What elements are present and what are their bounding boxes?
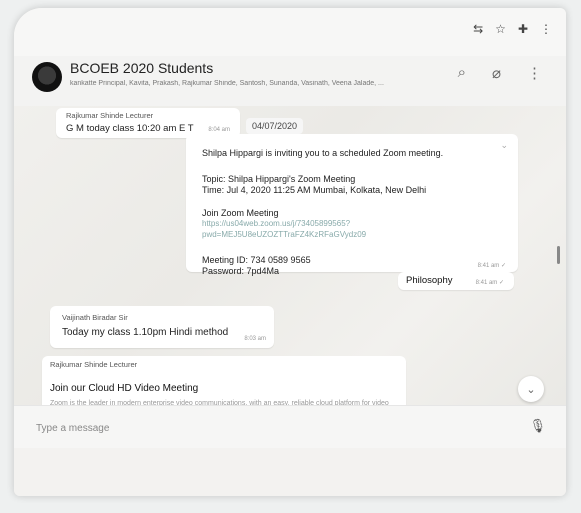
invite-link[interactable]: https://us04web.zoom.us/j/73405899565? xyxy=(202,219,350,228)
link-preview-title[interactable]: Join our Cloud HD Video Meeting xyxy=(50,383,198,394)
mic-icon[interactable]: 🎙 xyxy=(529,418,546,434)
scroll-down-button[interactable]: ⌄ xyxy=(518,376,544,402)
menu-icon[interactable]: ⋮ xyxy=(527,64,542,82)
message-sender: Rajkumar Shinde Lecturer xyxy=(50,360,138,369)
message-text: Today my class 1.10pm Hindi method xyxy=(62,327,229,338)
message-time: 8:04 am xyxy=(208,127,230,133)
whatsapp-window: ⇆ ☆ ✚ ⋮ BCOEB 2020 Students kankatte Pri… xyxy=(14,8,566,496)
message-list[interactable]: Rajkumar Shinde Lecturer G M today class… xyxy=(14,106,566,424)
invite-meeting-id: Meeting ID: 734 0589 9565 xyxy=(202,255,311,265)
menu-icon[interactable]: ⋮ xyxy=(540,22,552,36)
message-time: 8:41 am ✓ xyxy=(475,280,504,286)
star-icon[interactable]: ☆ xyxy=(495,22,506,36)
translate-icon[interactable]: ⇆ xyxy=(473,22,483,36)
invite-password: Password: 7pd4Ma xyxy=(202,266,280,276)
invite-line: Shilpa Hippargi is inviting you to a sch… xyxy=(202,148,444,158)
invite-link-pwd[interactable]: pwd=MEJ5U8eUZOZTTraFZ4KzRFaGVydz09 xyxy=(202,230,366,239)
group-avatar[interactable] xyxy=(32,62,62,92)
group-members: kankatte Principal, Kavita, Prakash, Raj… xyxy=(70,80,384,87)
message-bubble[interactable]: Vaijinath Biradar Sir Today my class 1.1… xyxy=(50,306,274,348)
chevron-down-icon[interactable]: ⌄ xyxy=(500,140,508,151)
browser-toolbar: ⇆ ☆ ✚ ⋮ xyxy=(14,8,566,56)
browser-icons: ⇆ ☆ ✚ ⋮ xyxy=(473,22,552,36)
group-name: BCOEB 2020 Students xyxy=(70,60,214,76)
message-sender: Vaijinath Biradar Sir xyxy=(62,313,128,322)
message-time: 8:41 am ✓ xyxy=(477,263,506,269)
message-bubble[interactable]: Philosophy 8:41 am ✓ xyxy=(398,272,514,290)
invite-time: Time: Jul 4, 2020 11:25 AM Mumbai, Kolka… xyxy=(202,185,427,195)
search-icon[interactable]: ⌕ xyxy=(458,64,466,82)
invite-topic: Topic: Shilpa Hippargi's Zoom Meeting xyxy=(202,174,356,184)
message-text: G M today class 10:20 am E T xyxy=(66,123,194,134)
scrollbar[interactable] xyxy=(557,246,560,264)
date-chip: 04/07/2020 xyxy=(246,118,304,134)
bottom-area xyxy=(14,448,566,496)
invite-join-label: Join Zoom Meeting xyxy=(202,208,279,218)
attach-icon[interactable]: ⌀ xyxy=(492,64,501,82)
header-actions: ⌕ ⌀ ⋮ xyxy=(458,64,542,82)
zoom-invite-bubble[interactable]: ⌄ Shilpa Hippargi is inviting you to a s… xyxy=(186,134,518,276)
message-composer: 🎙 xyxy=(14,405,566,448)
message-text: Philosophy xyxy=(406,275,453,286)
chevron-down-icon: ⌄ xyxy=(526,383,536,396)
message-time: 8:03 am xyxy=(244,336,266,342)
chat-header[interactable]: BCOEB 2020 Students kankatte Principal, … xyxy=(14,56,566,107)
extension-icon[interactable]: ✚ xyxy=(518,22,528,36)
message-sender: Rajkumar Shinde Lecturer xyxy=(66,111,154,120)
message-input[interactable] xyxy=(34,416,518,440)
